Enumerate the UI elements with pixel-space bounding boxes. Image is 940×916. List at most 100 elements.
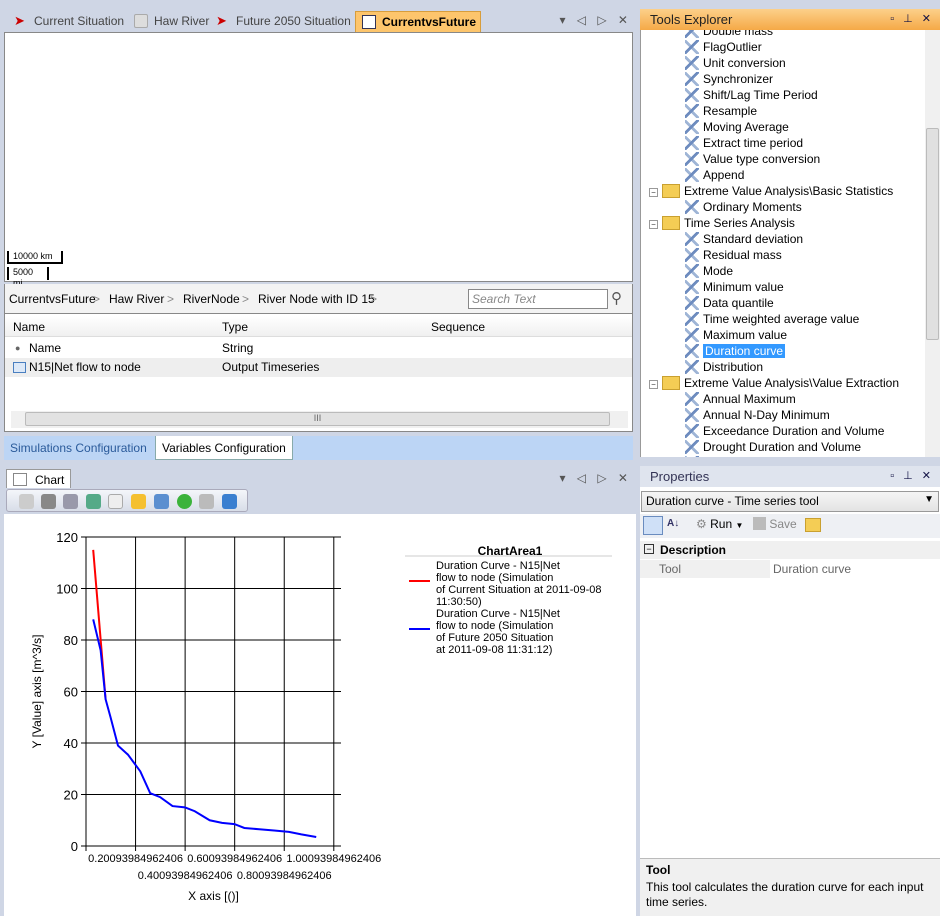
tree-item[interactable]: Data quantile (685, 295, 774, 311)
tab-simulations-configuration[interactable]: Simulations Configuration (4, 436, 153, 460)
tree-item[interactable]: Residual mass (685, 247, 782, 263)
x-tick-label: 0.80093984962406 (237, 870, 332, 882)
tree-item[interactable]: Ordinary Moments (685, 199, 802, 215)
tree-item[interactable]: Shift/Lag Time Period (685, 87, 818, 103)
table-row[interactable]: ● Name String (5, 339, 632, 358)
save-icon (753, 517, 766, 530)
legend-entry-text: of Current Situation at 2011-09-08 (436, 584, 602, 596)
vertical-scrollbar[interactable] (925, 30, 940, 457)
object-selector-dropdown[interactable]: Duration curve - Time series tool ▼ (641, 491, 939, 512)
tab-chart[interactable]: Chart (6, 469, 72, 489)
tree-item[interactable]: Append (685, 167, 744, 183)
tree-item[interactable]: Maximum value (685, 327, 787, 343)
legend-entry-text: 11:30:50) (436, 596, 482, 608)
tree-item[interactable]: Standard deviation (685, 231, 803, 247)
horizontal-scrollbar[interactable]: III (11, 411, 628, 428)
tree-item[interactable]: Exceedance Duration and Volume (685, 423, 884, 439)
tree-item[interactable]: Minimum value (685, 279, 784, 295)
tool-icon (685, 408, 699, 422)
legend-entry-text: of Future 2050 Situation (436, 632, 553, 644)
table-row[interactable]: N15|Net flow to node Output Timeseries (5, 358, 632, 377)
collapse-icon[interactable]: − (644, 544, 654, 554)
category-description[interactable]: − Description (640, 541, 940, 559)
tree-item[interactable]: Drought Duration and Volume (685, 439, 861, 455)
tool-icon (685, 440, 699, 454)
panel-controls[interactable]: ▾ ◁ ▷ ✕ (559, 471, 632, 485)
tab-variables-configuration[interactable]: Variables Configuration (155, 436, 293, 460)
x-tick-label: 0.20093984962406 (88, 853, 183, 865)
collapse-icon[interactable]: − (649, 380, 658, 389)
tree-folder[interactable]: − Time Series Analysis (649, 215, 795, 231)
properties-toolbar: A↓ ⚙ Run ▼ Save (640, 514, 940, 538)
tree-item[interactable]: Mode (685, 263, 733, 279)
tab-currentvsfuture[interactable]: CurrentvsFuture (355, 11, 482, 32)
breadcrumb-item[interactable]: RiverNode (183, 292, 240, 306)
tree-folder[interactable]: − Extreme Value Analysis\Basic Statistics (649, 183, 893, 199)
breadcrumb-item[interactable]: CurrentvsFuture (9, 292, 96, 306)
x-axis-label: X axis [()] (188, 889, 239, 903)
sort-alphabetical-icon[interactable]: A↓ (667, 518, 679, 529)
tab-current-situation[interactable]: ➤ Current Situation (8, 11, 128, 32)
cell-type: Output Timeseries (222, 360, 320, 374)
settings-icon[interactable] (19, 494, 34, 509)
export-icon[interactable] (86, 494, 101, 509)
collapse-icon[interactable]: − (649, 220, 658, 229)
legend-entry-text: Duration Curve - N15|Net (436, 560, 560, 572)
tab-controls[interactable]: ▾ ◁ ▷ ✕ (559, 13, 632, 27)
tree-item[interactable]: Annual Maximum (685, 391, 796, 407)
tree-item[interactable]: Unit conversion (685, 55, 786, 71)
copy-icon[interactable] (108, 494, 123, 509)
tree-item[interactable]: Duration curve (685, 343, 786, 359)
check-icon[interactable] (177, 494, 192, 509)
map-view[interactable]: 10000 km 5000 mi (4, 32, 633, 288)
flag-icon[interactable] (222, 494, 237, 509)
x-tick-label: 0.40093984962406 (138, 870, 233, 882)
tab-future-2050-situation[interactable]: ➤ Future 2050 Situation (210, 11, 355, 32)
configuration-tabs: Simulations Configuration Variables Conf… (4, 436, 633, 460)
tree-item[interactable]: Value type conversion (685, 151, 820, 167)
tree-item[interactable]: FlagOutlier (685, 39, 762, 55)
tree-item[interactable]: Double mass (685, 30, 773, 39)
run-button[interactable]: ⚙ Run ▼ (696, 517, 743, 531)
hierarchy-icon[interactable] (154, 494, 169, 509)
column-header-type[interactable]: Type (222, 320, 248, 334)
breadcrumb: CurrentvsFuture > Haw River > RiverNode … (4, 284, 633, 314)
chevron-down-icon: ▼ (924, 494, 934, 505)
print-preview-icon[interactable] (41, 494, 56, 509)
tool-icon (685, 40, 699, 54)
tree-item[interactable]: Distribution (685, 359, 763, 375)
tab-haw-river[interactable]: Haw River (128, 11, 213, 32)
tool-icon (685, 312, 699, 326)
panel-controls[interactable]: ▫ ⊥ ✕ (890, 12, 934, 25)
tool-icon (685, 120, 699, 134)
tree-item[interactable]: Time weighted average value (685, 311, 859, 327)
tree-folder[interactable]: − Extreme Value Analysis\Value Extraction (649, 375, 899, 391)
breadcrumb-item[interactable]: Haw River (109, 292, 164, 306)
categorized-icon[interactable] (643, 516, 663, 535)
tree-item[interactable]: Partial Duration Series (685, 455, 823, 457)
search-input[interactable]: Search Text (468, 289, 608, 309)
tree-item[interactable]: Extract time period (685, 135, 803, 151)
panel-controls[interactable]: ▫ ⊥ ✕ (890, 469, 934, 482)
breadcrumb-item[interactable]: River Node with ID 15 (258, 292, 375, 306)
tool-icon (685, 30, 699, 38)
tool-icon (685, 344, 699, 358)
star-icon[interactable] (131, 494, 146, 509)
collapse-icon[interactable]: − (649, 188, 658, 197)
tools-explorer-panel: Tools Explorer ▫ ⊥ ✕ (640, 9, 940, 30)
tree-item[interactable]: Resample (685, 103, 757, 119)
tree-item[interactable]: Synchronizer (685, 71, 773, 87)
property-row[interactable]: Tool Duration curve (640, 560, 940, 578)
variables-grid: Name Type Sequence ● Name String N15|Net… (4, 314, 633, 432)
new-folder-icon[interactable] (805, 518, 821, 532)
print-icon[interactable] (63, 494, 78, 509)
save-button[interactable]: Save (753, 517, 797, 531)
tool-icon[interactable] (199, 494, 214, 509)
column-header-name[interactable]: Name (13, 320, 45, 334)
properties-header: Properties ▫ ⊥ ✕ (640, 466, 940, 487)
search-icon[interactable]: ⚲ (611, 289, 622, 307)
column-header-sequence[interactable]: Sequence (431, 320, 485, 334)
cell-name: N15|Net flow to node (29, 360, 141, 374)
tree-item[interactable]: Annual N-Day Minimum (685, 407, 830, 423)
tree-item[interactable]: Moving Average (685, 119, 789, 135)
